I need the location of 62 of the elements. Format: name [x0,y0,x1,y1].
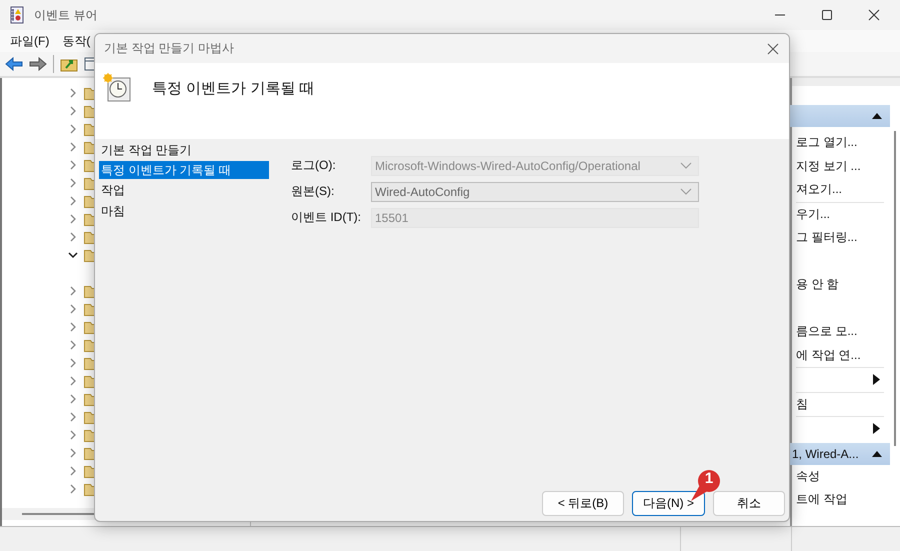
chevron-right-icon[interactable] [68,358,78,368]
close-icon[interactable] [868,9,880,21]
field-label: 이벤트 ID(T): [291,209,362,226]
chevron-right-icon[interactable] [68,322,78,332]
action-item[interactable]: 름으로 모... [796,320,890,344]
step-heading: 특정 이벤트가 기록될 때 [152,78,315,98]
chevron-right-icon[interactable] [68,160,78,170]
action-item[interactable]: 우기... [796,202,890,226]
dropdown[interactable]: Wired-AutoConfig [371,182,699,202]
collapse-arrow-icon[interactable] [872,450,882,458]
submenu-arrow-icon[interactable] [873,423,880,434]
back-arrow-icon[interactable] [5,57,23,71]
dialog-button[interactable]: 다음(N) > [632,491,705,516]
wizard-step[interactable]: 기본 작업 만들기 [99,140,269,161]
actions-section-header[interactable]: 1, Wired-A... [790,442,890,464]
close-icon[interactable] [767,42,779,54]
chevron-right-icon[interactable] [68,430,78,440]
menu-item[interactable]: 동작( [62,32,90,50]
chevron-right-icon[interactable] [68,178,78,188]
step-badge: 1 [691,469,721,503]
chevron-right-icon[interactable] [68,304,78,314]
collapse-arrow-icon[interactable] [872,112,882,120]
chevron-down-icon[interactable] [68,250,78,260]
dialog-button[interactable]: < 뒤로(B) [542,491,624,516]
action-item[interactable]: 용 안 함 [796,273,890,296]
chevron-right-icon[interactable] [68,232,78,242]
menu-item[interactable]: 파일(F) [10,32,50,50]
chevron-right-icon[interactable] [68,214,78,224]
action-item[interactable]: 로그 열기... [796,131,890,154]
chevron-right-icon[interactable] [68,196,78,206]
chevron-right-icon[interactable] [68,466,78,476]
field-label: 로그(O): [291,157,337,174]
forward-arrow-icon[interactable] [29,57,47,71]
action-item[interactable]: 속성 [796,464,890,488]
chevron-right-icon[interactable] [68,412,78,422]
dialog-title: 기본 작업 만들기 마법사 [104,40,234,57]
clock-icon [102,73,132,103]
action-item[interactable]: 그 필터링... [796,226,890,250]
action-item[interactable]: 에 작업 연... [796,344,890,367]
chevron-right-icon[interactable] [68,88,78,98]
dialog-button[interactable]: 취소 [713,491,785,516]
chevron-right-icon[interactable] [68,448,78,458]
chevron-right-icon[interactable] [68,142,78,152]
chevron-right-icon[interactable] [68,394,78,404]
event-viewer-icon [9,6,25,24]
chevron-right-icon[interactable] [68,106,78,116]
chevron-right-icon[interactable] [68,340,78,350]
chevron-right-icon[interactable] [68,286,78,296]
chevron-right-icon[interactable] [68,124,78,134]
field-label: 원본(S): [291,183,336,200]
wizard-step[interactable]: 특정 이벤트가 기록될 때 [99,161,269,179]
chevron-right-icon[interactable] [68,484,78,494]
window-title: 이벤트 뷰어 [34,6,98,24]
action-item[interactable]: 지정 보기 ... [796,154,890,178]
wizard-step[interactable]: 작업 [99,180,269,201]
maximize-icon[interactable] [821,9,833,21]
action-item[interactable]: 져오기... [796,178,890,202]
action-item[interactable]: 트에 작업 [796,488,890,512]
wizard-step[interactable]: 마침 [99,201,269,222]
submenu-arrow-icon[interactable] [873,374,880,386]
action-item[interactable]: 침 [796,392,890,416]
chevron-right-icon[interactable] [68,376,78,386]
